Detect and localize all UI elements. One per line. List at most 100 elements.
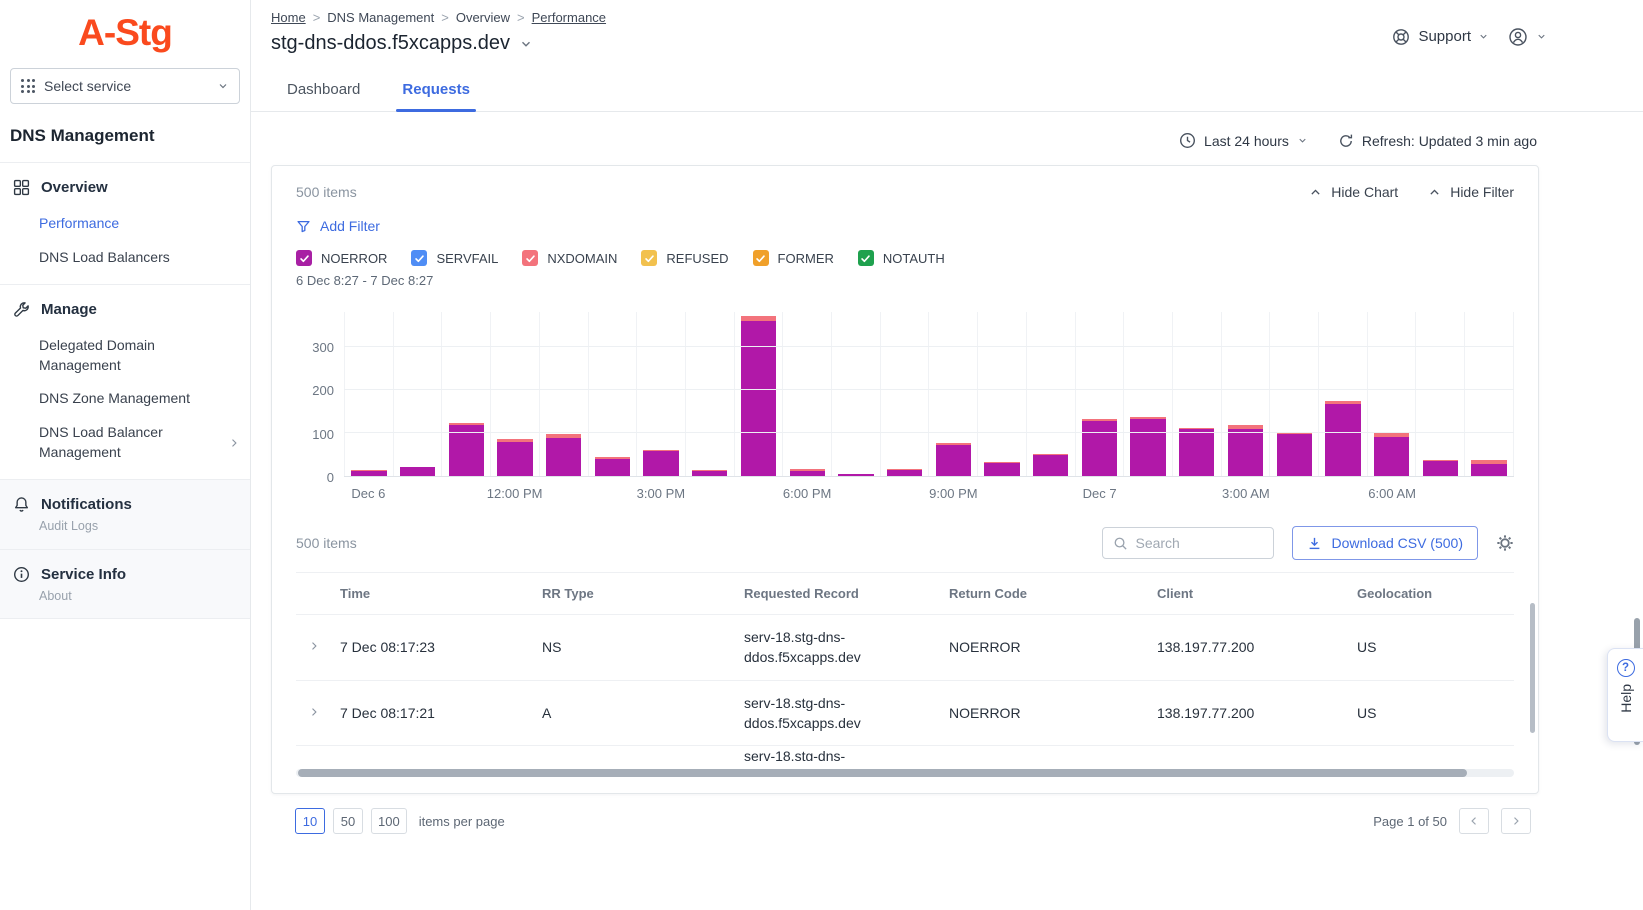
add-filter-button[interactable]: Add Filter	[296, 218, 380, 234]
chevron-right-icon	[228, 437, 240, 449]
sidebar-item-label: DNS Load Balancer Management	[39, 424, 163, 460]
page-size-50[interactable]: 50	[333, 808, 363, 834]
checkbox-refused[interactable]	[641, 250, 657, 266]
brand-logo[interactable]: A-Stg	[0, 0, 250, 64]
checkbox-notauth[interactable]	[858, 250, 874, 266]
page-size-100[interactable]: 100	[371, 808, 407, 834]
table-row: 7 Dec 08:17:23NSserv-18.stg-dns-ddos.f5x…	[296, 615, 1514, 681]
user-avatar-icon	[1507, 26, 1529, 48]
sidebar-item-delegated-domain-management[interactable]: Delegated Domain Management	[0, 329, 250, 382]
refresh-icon	[1338, 133, 1354, 149]
time-range-picker[interactable]: Last 24 hours	[1179, 132, 1308, 149]
chart-bar-slot	[539, 312, 588, 476]
account-menu[interactable]	[1507, 26, 1547, 48]
table-items-count: 500 items	[296, 535, 357, 551]
breadcrumb-item-home[interactable]: Home	[271, 10, 306, 25]
y-axis-label: 100	[312, 427, 334, 442]
service-selector-label: Select service	[44, 78, 131, 94]
chart-x-axis: Dec 612:00 PM3:00 PM6:00 PM9:00 PMDec 73…	[344, 486, 1514, 510]
checkbox-servfail[interactable]	[411, 250, 427, 266]
filter-noerror[interactable]: NOERROR	[296, 250, 387, 266]
download-icon	[1307, 536, 1322, 551]
sidebar-section-notifications: NotificationsAudit Logs	[0, 479, 250, 549]
table-settings-button[interactable]	[1496, 534, 1514, 552]
bar-segment-noerror	[1325, 404, 1360, 477]
x-axis-label: Dec 7	[1083, 486, 1117, 501]
sidebar-section-header-overview[interactable]: Overview	[0, 168, 250, 207]
help-tab[interactable]: ? Help	[1607, 648, 1643, 742]
support-menu[interactable]: Support	[1391, 27, 1489, 47]
chart-plot-area	[344, 312, 1514, 477]
search-icon	[1113, 536, 1128, 551]
checkbox-nxdomain[interactable]	[522, 250, 538, 266]
search-input[interactable]	[1135, 535, 1263, 551]
filter-notauth[interactable]: NOTAUTH	[858, 250, 945, 266]
bar-segment-noerror	[936, 445, 971, 476]
cell-return-code: NOERROR	[949, 693, 1157, 733]
requested-record-text: serv-18.stg-dns-ddos.f5xcapps.dev	[744, 693, 879, 734]
cell-requested-record: serv-18.stg-dns-	[744, 746, 949, 761]
row-expand-button[interactable]	[296, 693, 340, 733]
sidebar-section-header-manage[interactable]: Manage	[0, 290, 250, 329]
horizontal-scrollbar-track	[296, 769, 1514, 777]
filter-refused[interactable]: REFUSED	[641, 250, 728, 266]
requests-table: TimeRR TypeRequested RecordReturn CodeCl…	[296, 572, 1514, 761]
cell-geolocation: US	[1357, 627, 1514, 667]
chevron-down-icon[interactable]	[519, 37, 533, 51]
page-title: stg-dns-ddos.f5xcapps.dev	[271, 32, 510, 55]
info-icon	[13, 566, 30, 583]
chart-bar-slot	[393, 312, 442, 476]
download-csv-button[interactable]: Download CSV (500)	[1292, 526, 1478, 560]
sidebar-section-label: Service Info	[41, 566, 126, 583]
filter-nxdomain[interactable]: NXDOMAIN	[522, 250, 617, 266]
overview-grid-icon	[13, 179, 30, 196]
table-header-row: TimeRR TypeRequested RecordReturn CodeCl…	[296, 572, 1514, 615]
chart-bar-slot	[685, 312, 734, 476]
horizontal-scrollbar-thumb[interactable]	[298, 769, 1467, 777]
refresh-button[interactable]: Refresh: Updated 3 min ago	[1338, 132, 1537, 149]
chart-gridline	[344, 432, 1514, 433]
chart-bar-slot	[1075, 312, 1124, 476]
next-page-button[interactable]	[1501, 808, 1531, 834]
column-header-geolocation[interactable]: Geolocation	[1357, 573, 1514, 614]
sidebar-item-audit-logs[interactable]: Audit Logs	[0, 518, 250, 543]
checkbox-former[interactable]	[753, 250, 769, 266]
column-header-client[interactable]: Client	[1157, 573, 1357, 614]
column-header-rr-type[interactable]: RR Type	[542, 573, 744, 614]
breadcrumb-item-performance[interactable]: Performance	[532, 10, 606, 25]
chevron-left-icon	[1468, 815, 1480, 827]
sidebar-item-dns-zone-management[interactable]: DNS Zone Management	[0, 382, 250, 416]
sidebar-item-about[interactable]: About	[0, 588, 250, 613]
bar-segment-noerror	[887, 470, 922, 476]
column-header-return-code[interactable]: Return Code	[949, 573, 1157, 614]
breadcrumb-item-overview: Overview	[456, 10, 510, 25]
chart-y-axis: 0100200300	[296, 312, 334, 477]
bar-segment-noerror	[741, 321, 776, 476]
download-csv-label: Download CSV (500)	[1331, 535, 1463, 551]
filter-former[interactable]: FORMER	[753, 250, 834, 266]
tab-requests[interactable]: Requests	[386, 71, 486, 111]
sidebar-item-dns-load-balancers[interactable]: DNS Load Balancers	[0, 241, 250, 275]
sidebar-section-overview: OverviewPerformanceDNS Load Balancers	[0, 162, 250, 284]
hide-chart-button[interactable]: Hide Chart	[1309, 184, 1398, 200]
sidebar-item-performance[interactable]: Performance	[0, 207, 250, 241]
hide-filter-button[interactable]: Hide Filter	[1428, 184, 1514, 200]
sidebar-section-manage: ManageDelegated Domain ManagementDNS Zon…	[0, 284, 250, 479]
filter-servfail[interactable]: SERVFAIL	[411, 250, 498, 266]
chevron-down-icon	[1297, 135, 1308, 146]
previous-page-button[interactable]	[1459, 808, 1489, 834]
page-size-10[interactable]: 10	[295, 808, 325, 834]
row-expand-button[interactable]	[296, 627, 340, 667]
tab-dashboard[interactable]: Dashboard	[271, 71, 376, 111]
chart-bar-slot	[1367, 312, 1416, 476]
cell-time: 7 Dec 08:17:21	[340, 693, 542, 733]
sidebar-item-dns-load-balancer-management[interactable]: DNS Load Balancer Management	[0, 416, 250, 469]
column-header-time[interactable]: Time	[340, 573, 542, 614]
column-header-requested-record[interactable]: Requested Record	[744, 573, 949, 614]
table-vertical-scrollbar[interactable]	[1530, 603, 1535, 733]
service-selector[interactable]: Select service	[10, 68, 240, 104]
bar-segment-noerror	[984, 463, 1019, 476]
sidebar-item-label: About	[39, 589, 72, 603]
checkbox-noerror[interactable]	[296, 250, 312, 266]
y-axis-label: 200	[312, 383, 334, 398]
